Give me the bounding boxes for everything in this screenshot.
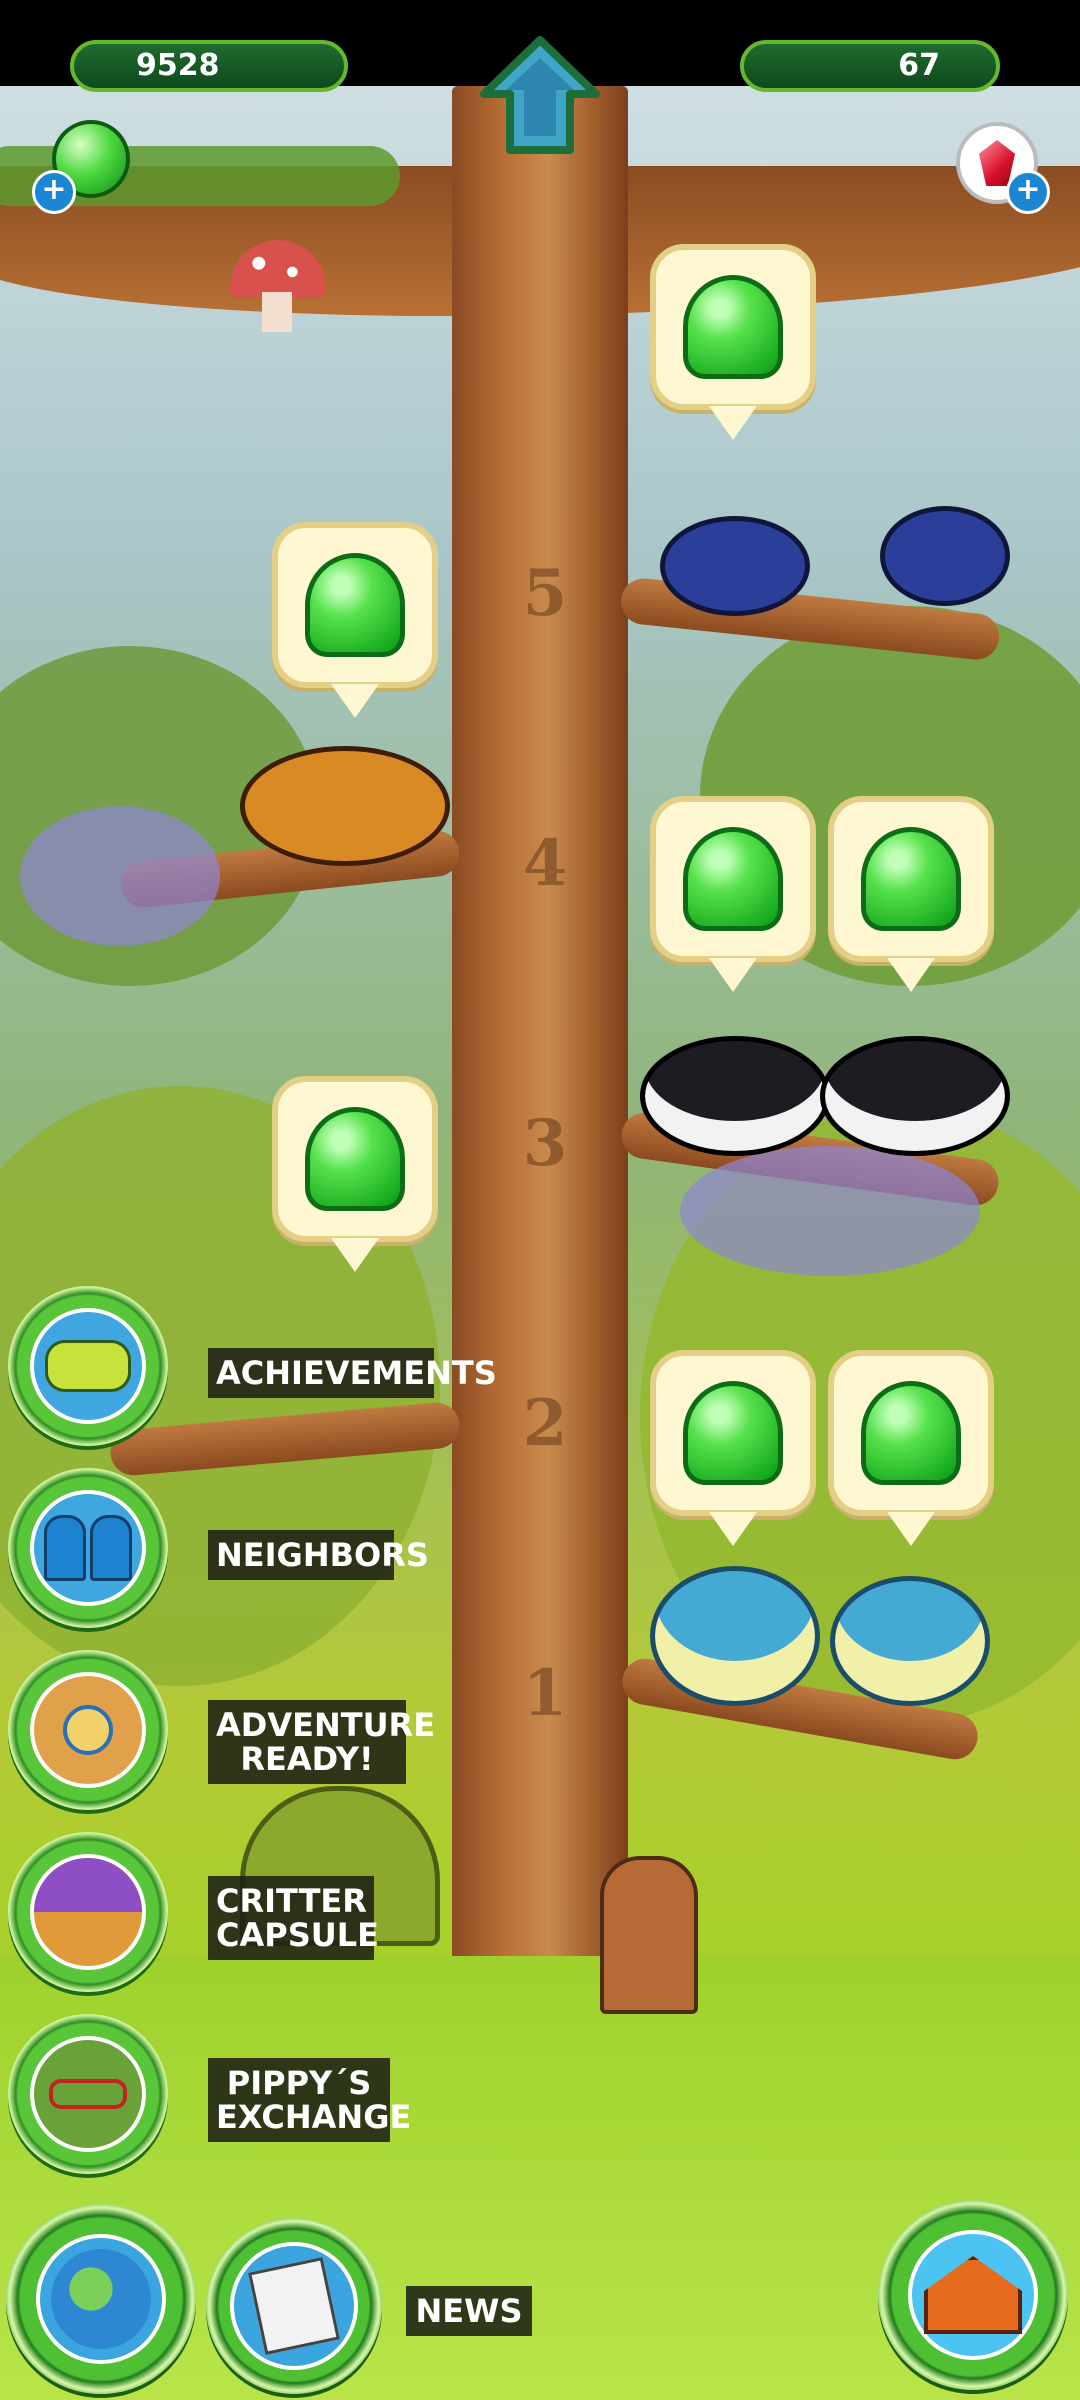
flowers-right <box>680 1146 980 1276</box>
floor-number: 4 <box>522 826 568 901</box>
add-gem-button[interactable]: + <box>1006 170 1050 214</box>
jelly-collect-bubble[interactable] <box>650 244 816 440</box>
jelly-collect-bubble[interactable] <box>272 522 438 718</box>
home-button[interactable] <box>878 2200 1068 2390</box>
neighbors-icon <box>30 1490 146 1606</box>
green-jelly-icon <box>683 1381 783 1485</box>
house-icon <box>908 2230 1038 2360</box>
green-jelly-icon <box>305 1107 405 1211</box>
floor-number: 1 <box>522 1656 568 1731</box>
frog-critter[interactable] <box>650 1566 820 1706</box>
green-jelly-icon <box>861 1381 961 1485</box>
pippys-exchange-button[interactable] <box>8 2014 168 2174</box>
adventure-label-line1: ADVENTURE <box>216 1706 436 1744</box>
jelly-count: 9528 <box>136 48 220 83</box>
news-label[interactable]: NEWS <box>406 2286 532 2336</box>
adventure-label-line2: READY! <box>240 1740 374 1778</box>
world-map-button[interactable] <box>6 2204 196 2394</box>
skunk-critter[interactable] <box>640 1036 830 1156</box>
gem-counter: 67 <box>740 40 1000 92</box>
critter-capsule-label[interactable]: CRITTER CAPSULE <box>208 1876 379 1960</box>
jelly-collect-bubble[interactable] <box>828 1350 994 1546</box>
green-jelly-icon <box>305 553 405 657</box>
jelly-collect-bubble[interactable] <box>828 796 994 992</box>
raccoon-critter[interactable] <box>240 746 450 866</box>
game-scene: 5 4 3 2 1 <box>0 86 1080 2400</box>
blue-spider-critter[interactable] <box>660 516 810 616</box>
pippy-face-icon <box>30 2036 146 2152</box>
neighbors-button[interactable] <box>8 1468 168 1628</box>
jelly-collect-bubble[interactable] <box>650 796 816 992</box>
critter-capsule-button[interactable] <box>8 1832 168 1992</box>
frog-critter[interactable] <box>830 1576 990 1706</box>
gamepad-icon <box>30 1308 146 1424</box>
news-button[interactable] <box>206 2218 382 2394</box>
floor-number: 2 <box>522 1386 568 1461</box>
achievements-label[interactable]: ACHIEVEMENTS <box>208 1348 497 1398</box>
mushroom-stem <box>262 292 292 332</box>
neighbors-label[interactable]: NEIGHBORS <box>208 1530 429 1580</box>
exchange-label-line2: EXCHANGE <box>216 2098 412 2136</box>
adventure-label[interactable]: ADVENTURE READY! <box>208 1700 436 1784</box>
blue-spider-critter[interactable] <box>880 506 1010 606</box>
gem-count: 67 <box>898 48 940 83</box>
home-arrow-icon[interactable] <box>478 34 602 158</box>
globe-icon <box>36 2234 166 2364</box>
skunk-critter[interactable] <box>820 1036 1010 1156</box>
pippys-exchange-label[interactable]: PIPPY´S EXCHANGE <box>208 2058 412 2142</box>
green-jelly-icon <box>861 827 961 931</box>
jelly-counter: 9528 <box>70 40 348 92</box>
floor-number: 5 <box>522 556 568 631</box>
exchange-label-line1: PIPPY´S <box>226 2064 372 2102</box>
jelly-collect-bubble[interactable] <box>272 1076 438 1272</box>
newspaper-icon <box>230 2242 358 2370</box>
capsule-icon <box>30 1854 146 1970</box>
achievements-button[interactable] <box>8 1286 168 1446</box>
tree-door[interactable] <box>600 1856 698 2014</box>
add-jelly-button[interactable]: + <box>32 170 76 214</box>
flowers-left <box>20 806 220 946</box>
adventure-button[interactable] <box>8 1650 168 1810</box>
tree-trunk <box>452 86 628 2026</box>
capsule-label-line2: CAPSULE <box>216 1916 379 1954</box>
capsule-label-line1: CRITTER <box>216 1882 367 1920</box>
green-jelly-icon <box>683 275 783 379</box>
map-compass-icon <box>30 1672 146 1788</box>
floor-number: 3 <box>522 1106 568 1181</box>
jelly-collect-bubble[interactable] <box>650 1350 816 1546</box>
green-jelly-icon <box>683 827 783 931</box>
